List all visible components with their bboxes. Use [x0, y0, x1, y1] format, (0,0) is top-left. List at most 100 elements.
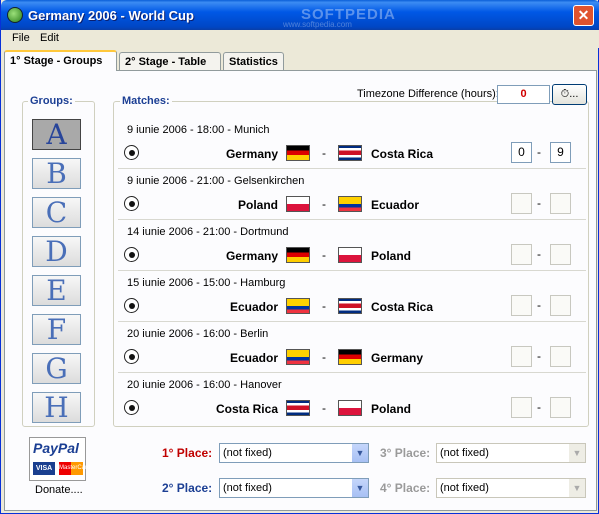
match-team2: Poland: [371, 402, 412, 416]
match-date: 20 iunie 2006 - 16:00 - Hanover: [127, 379, 282, 391]
ecuador-flag-icon: [286, 298, 310, 314]
chevron-down-icon: ▼: [568, 444, 585, 462]
timezone-label: Timezone Difference (hours):: [357, 88, 499, 100]
first-place-label: 1° Place:: [162, 446, 213, 460]
score-dash: -: [537, 400, 541, 414]
soccer-ball-icon: [124, 247, 139, 262]
donate-label: Donate....: [35, 484, 83, 496]
score2-input[interactable]: [550, 397, 571, 418]
match-row: 20 iunie 2006 - 16:00 - Berlin Ecuador -…: [118, 324, 586, 373]
select-value: (not fixed): [440, 447, 489, 459]
group-c-button[interactable]: C: [32, 197, 81, 228]
third-place-select[interactable]: (not fixed) ▼: [436, 443, 586, 463]
costa-rica-flag-icon: [286, 400, 310, 416]
score1-input[interactable]: [511, 397, 532, 418]
timezone-apply-button[interactable]: ⏱...: [552, 84, 587, 105]
group-e-button[interactable]: E: [32, 275, 81, 306]
soccer-ball-icon: [124, 298, 139, 313]
match-team2: Costa Rica: [371, 147, 434, 161]
chevron-down-icon: ▼: [351, 479, 368, 497]
menu-file[interactable]: File: [12, 32, 30, 44]
tab-groups[interactable]: 1° Stage - Groups: [4, 50, 117, 71]
vs-dash: -: [322, 350, 326, 364]
mastercard-icon: MasterCard: [59, 462, 90, 475]
score-dash: -: [537, 196, 541, 210]
match-team2: Germany: [371, 351, 424, 365]
tab-bar: 1° Stage - Groups 2° Stage - Table Stati…: [4, 50, 597, 71]
group-d-button[interactable]: D: [32, 236, 81, 267]
group-g-button[interactable]: G: [32, 353, 81, 384]
group-a-button[interactable]: A: [32, 119, 81, 150]
match-team1: Ecuador: [229, 351, 278, 365]
third-place-label: 3° Place:: [380, 446, 431, 460]
soccer-ball-icon: [124, 349, 139, 364]
select-value: (not fixed): [223, 447, 272, 459]
visa-icon: VISA: [33, 462, 55, 475]
vs-dash: -: [322, 197, 326, 211]
soccer-ball-app-icon: [7, 7, 23, 23]
timezone-button-label: ...: [569, 88, 579, 100]
score2-input[interactable]: [550, 244, 571, 265]
match-row: 15 iunie 2006 - 15:00 - Hamburg Ecuador …: [118, 273, 586, 322]
poland-flag-icon: [338, 247, 362, 263]
fourth-place-label: 4° Place:: [380, 481, 431, 495]
clock-icon: ⏱: [560, 88, 570, 100]
vs-dash: -: [322, 248, 326, 262]
score2-input[interactable]: 9: [550, 142, 571, 163]
match-row: 20 iunie 2006 - 16:00 - Hanover Costa Ri…: [118, 375, 586, 424]
timezone-input[interactable]: 0: [497, 85, 550, 104]
match-date: 15 iunie 2006 - 15:00 - Hamburg: [127, 277, 286, 289]
tab-table[interactable]: 2° Stage - Table: [119, 52, 221, 70]
match-team1: Poland: [237, 198, 278, 212]
group-h-button[interactable]: H: [32, 392, 81, 423]
match-date: 9 iunie 2006 - 21:00 - Gelsenkirchen: [127, 175, 305, 187]
select-value: (not fixed): [440, 482, 489, 494]
match-team1: Germany: [225, 249, 278, 263]
score-dash: -: [537, 349, 541, 363]
soccer-ball-icon: [124, 400, 139, 415]
match-row: 14 iunie 2006 - 21:00 - Dortmund Germany…: [118, 222, 586, 271]
ecuador-flag-icon: [286, 349, 310, 365]
match-team2: Poland: [371, 249, 412, 263]
match-date: 14 iunie 2006 - 21:00 - Dortmund: [127, 226, 289, 238]
score1-input[interactable]: [511, 244, 532, 265]
second-place-select[interactable]: (not fixed) ▼: [219, 478, 369, 498]
app-window: Germany 2006 - World Cup SOFTPEDIA www.s…: [0, 0, 599, 514]
window-title: Germany 2006 - World Cup: [28, 8, 194, 23]
watermark-url: www.softpedia.com: [283, 20, 352, 29]
groups-label: Groups:: [28, 95, 75, 107]
score1-input[interactable]: [511, 295, 532, 316]
menu-edit[interactable]: Edit: [40, 32, 59, 44]
first-place-select[interactable]: (not fixed) ▼: [219, 443, 369, 463]
vs-dash: -: [322, 299, 326, 313]
match-team1: Ecuador: [229, 300, 278, 314]
score1-input[interactable]: 0: [511, 142, 532, 163]
score2-input[interactable]: [550, 295, 571, 316]
chevron-down-icon: ▼: [568, 479, 585, 497]
score1-input[interactable]: [511, 346, 532, 367]
fourth-place-select[interactable]: (not fixed) ▼: [436, 478, 586, 498]
paypal-donate-button[interactable]: PayPal VISA MasterCard: [29, 437, 90, 481]
soccer-ball-icon: [124, 196, 139, 211]
score2-input[interactable]: [550, 346, 571, 367]
tab-statistics[interactable]: Statistics: [223, 52, 284, 70]
match-date: 20 iunie 2006 - 16:00 - Berlin: [127, 328, 269, 340]
costa-rica-flag-icon: [338, 145, 362, 161]
group-f-button[interactable]: F: [32, 314, 81, 345]
soccer-ball-icon: [124, 145, 139, 160]
germany-flag-icon: [338, 349, 362, 365]
group-b-button[interactable]: B: [32, 158, 81, 189]
score2-input[interactable]: [550, 193, 571, 214]
second-place-label: 2° Place:: [162, 481, 213, 495]
poland-flag-icon: [286, 196, 310, 212]
close-button[interactable]: ✕: [573, 5, 594, 26]
score1-input[interactable]: [511, 193, 532, 214]
match-row: 9 iunie 2006 - 18:00 - Munich Germany - …: [118, 120, 586, 169]
vs-dash: -: [322, 401, 326, 415]
title-bar[interactable]: Germany 2006 - World Cup SOFTPEDIA www.s…: [1, 0, 599, 30]
menu-bar: File Edit: [1, 30, 599, 48]
chevron-down-icon: ▼: [351, 444, 368, 462]
germany-flag-icon: [286, 145, 310, 161]
match-team1: Germany: [225, 147, 278, 161]
match-row: 9 iunie 2006 - 21:00 - Gelsenkirchen Pol…: [118, 171, 586, 220]
